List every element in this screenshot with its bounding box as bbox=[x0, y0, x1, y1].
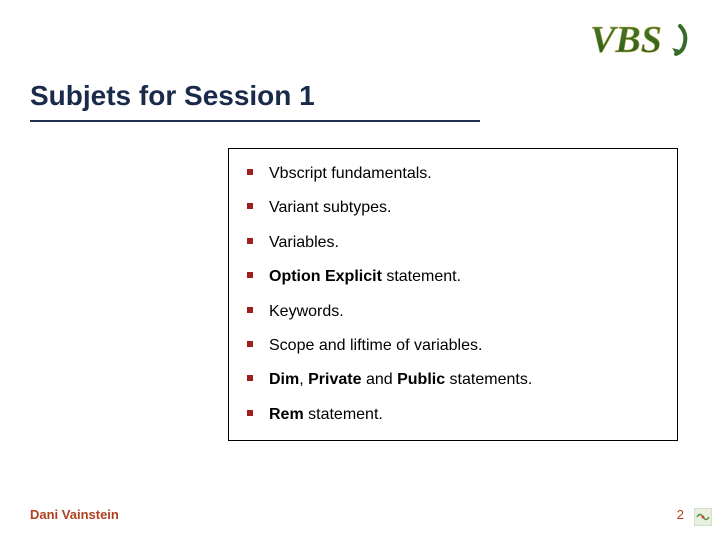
bullet-item: Variables. bbox=[259, 226, 667, 260]
bullet-item: Option Explicit statement. bbox=[259, 260, 667, 294]
bullet-text: statement. bbox=[382, 268, 461, 285]
title-underline bbox=[30, 120, 480, 122]
svg-text:VBS: VBS bbox=[590, 19, 662, 61]
bullet-text: , bbox=[299, 371, 308, 388]
content-box: Vbscript fundamentals. Variant subtypes. V… bbox=[228, 148, 678, 441]
bullet-text: Scope and liftime of variables. bbox=[269, 337, 482, 354]
bullet-text: Vbscript fundamentals. bbox=[269, 165, 432, 182]
bullet-item: Dim, Private and Public statements. bbox=[259, 363, 667, 397]
footer-author: Dani Vainstein bbox=[30, 507, 119, 522]
footer-decoration-icon bbox=[694, 508, 712, 526]
bullet-item: Variant subtypes. bbox=[259, 191, 667, 225]
slide-title: Subjets for Session 1 bbox=[30, 80, 315, 112]
bullet-item: Vbscript fundamentals. bbox=[259, 157, 667, 191]
vbs-logo: VBS bbox=[590, 14, 700, 64]
bullet-text: statement. bbox=[304, 406, 383, 423]
bullet-text: and bbox=[362, 371, 398, 388]
bullet-text: Variant subtypes. bbox=[269, 199, 391, 216]
bullet-item: Rem statement. bbox=[259, 398, 667, 432]
bullet-text: Public bbox=[397, 371, 445, 388]
bullet-text: Option Explicit bbox=[269, 268, 382, 285]
bullet-text: Dim bbox=[269, 371, 299, 388]
bullet-item: Scope and liftime of variables. bbox=[259, 329, 667, 363]
bullet-text: Private bbox=[308, 371, 361, 388]
bullet-text: Keywords. bbox=[269, 303, 344, 320]
footer-page-number: 2 bbox=[677, 507, 684, 522]
bullet-text: statements. bbox=[445, 371, 532, 388]
bullet-item: Keywords. bbox=[259, 295, 667, 329]
bullet-text: Rem bbox=[269, 406, 304, 423]
bullet-text: Variables. bbox=[269, 234, 339, 251]
